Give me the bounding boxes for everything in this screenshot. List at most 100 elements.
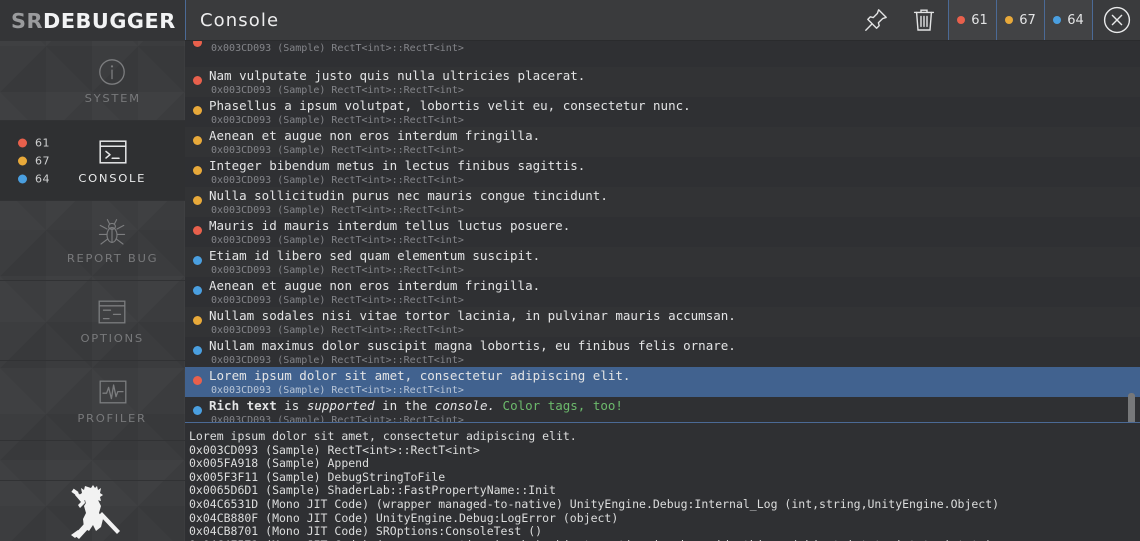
toolbar-info-count-value: 64 [1067, 12, 1084, 28]
log-entry-message: Nullam sodales nisi vitae tortor lacinia… [209, 308, 736, 323]
error-dot [193, 76, 202, 85]
sidebar-item-console[interactable]: 61 67 64 CONSOLE [0, 121, 185, 201]
brand-suffix: DEBUGGER [43, 8, 176, 33]
log-entry-row[interactable]: Lorem ipsum dolor sit amet, consectetur … [185, 367, 1140, 397]
info-dot [1053, 16, 1062, 24]
toolbar-error-count-value: 61 [971, 12, 988, 28]
log-entry-message: Rich text is supported in the console. C… [209, 398, 623, 413]
sidebar-item-profiler-label: PROFILER [77, 411, 148, 425]
sidebar-count-warning-value: 67 [35, 154, 50, 167]
brand-logo: SRDEBUGGER [0, 0, 185, 41]
stack-trace-line: 0x005FA918 (Sample) Append [189, 456, 370, 471]
log-entry-row[interactable]: Aenean et augue non eros interdum fringi… [185, 127, 1140, 157]
info-dot [193, 256, 202, 265]
sidebar-count-error: 61 [18, 136, 50, 149]
warning-dot [1005, 16, 1014, 24]
warning-dot [193, 136, 202, 145]
warning-dot [193, 166, 202, 175]
toolbar-warning-count[interactable]: 67 [996, 0, 1044, 40]
sidebar-item-system-label: SYSTEM [84, 91, 141, 105]
sidebar-count-info-value: 64 [35, 172, 50, 185]
log-entry-stack-line: 0x003CD093 (Sample) RectT<int>::RectT<in… [211, 235, 464, 246]
trash-icon[interactable] [900, 0, 948, 40]
log-entry-message: Aenean et augue non eros interdum fringi… [209, 128, 541, 143]
stack-trace-line: 0x04CB880F (Mono JIT Code) UnityEngine.D… [189, 510, 619, 525]
log-entry-stack-line: 0x003CD093 (Sample) RectT<int>::RectT<in… [211, 355, 464, 366]
stack-trace-line: 0x0065D6D1 (Sample) ShaderLab::FastPrope… [189, 483, 556, 498]
sidebar-item-profiler[interactable]: PROFILER [0, 361, 185, 441]
sidebar-item-options-label: OPTIONS [80, 331, 145, 345]
log-entry-message: Integer bibendum metus in lectus finibus… [209, 158, 586, 173]
log-entry-row[interactable]: 0x003CD093 (Sample) RectT<int>::RectT<in… [185, 41, 1140, 67]
sidebar-item-system[interactable]: SYSTEM [0, 41, 185, 121]
sidebar-item-report-bug-label: REPORT BUG [66, 251, 159, 265]
log-entry-row[interactable]: Aenean et augue non eros interdum fringi… [185, 277, 1140, 307]
log-entry-stack-line: 0x003CD093 (Sample) RectT<int>::RectT<in… [211, 145, 464, 156]
console-scrollbar-thumb[interactable] [1128, 393, 1135, 422]
sidebar-item-report-bug[interactable]: REPORT BUG [0, 201, 185, 281]
info-circle-icon [95, 57, 129, 87]
pin-icon[interactable] [852, 0, 900, 40]
log-entry-stack-line: 0x003CD093 (Sample) RectT<int>::RectT<in… [211, 385, 464, 396]
console-log-viewport: 0x003CD093 (Sample) RectT<int>::RectT<in… [185, 41, 1140, 423]
stack-trace-line: 0x005F3F11 (Sample) DebugStringToFile [189, 469, 446, 484]
log-entry-row[interactable]: Etiam id libero sed quam elementum susci… [185, 247, 1140, 277]
log-entry-stack-line: 0x003CD093 (Sample) RectT<int>::RectT<in… [211, 43, 464, 54]
log-entry-stack-line: 0x003CD093 (Sample) RectT<int>::RectT<in… [211, 205, 464, 216]
log-entry-row[interactable]: Nulla sollicitudin purus nec mauris cong… [185, 187, 1140, 217]
log-entry-stack-line: 0x003CD093 (Sample) RectT<int>::RectT<in… [211, 115, 464, 126]
brand-prefix: SR [11, 8, 44, 33]
toolbar-error-count[interactable]: 61 [948, 0, 996, 40]
warning-dot [193, 316, 202, 325]
error-dot [957, 16, 966, 24]
terminal-icon [96, 137, 130, 167]
main-panel: Console 61 67 64 0x003CD093 (Sample) Rec… [185, 0, 1140, 541]
log-entry-message: Phasellus a ipsum volutpat, lobortis vel… [209, 98, 691, 113]
log-entry-stack-line: 0x003CD093 (Sample) RectT<int>::RectT<in… [211, 325, 464, 336]
log-entry-message: Aenean et augue non eros interdum fringi… [209, 278, 541, 293]
warning-dot [193, 196, 202, 205]
sidebar-spacer [0, 441, 185, 481]
console-log-list: 0x003CD093 (Sample) RectT<int>::RectT<in… [185, 41, 1140, 422]
page-title: Console [185, 0, 852, 40]
error-dot [18, 138, 27, 147]
log-entry-message: Mauris id mauris interdum tellus luctus … [209, 218, 571, 233]
close-circle-icon[interactable] [1092, 0, 1140, 40]
log-entry-row[interactable]: Rich text is supported in the console. C… [185, 397, 1140, 422]
log-entry-message: Nam vulputate justo quis nulla ultricies… [209, 68, 586, 83]
sidebar-count-error-value: 61 [35, 136, 50, 149]
sidebar-item-options[interactable]: OPTIONS [0, 281, 185, 361]
warning-dot [18, 156, 27, 165]
sidebar: SRDEBUGGER SYSTEM 61 67 64 CONSOLE REPOR… [0, 0, 185, 541]
options-window-icon [95, 297, 129, 327]
toolbar-warning-count-value: 67 [1019, 12, 1036, 28]
log-entry-row[interactable]: Nam vulputate justo quis nulla ultricies… [185, 67, 1140, 97]
console-toolbar: Console 61 67 64 [185, 0, 1140, 41]
knight-mascot-icon [0, 481, 185, 541]
log-entry-message: Nulla sollicitudin purus nec mauris cong… [209, 188, 608, 203]
stack-trace-line: 0x003CD093 (Sample) RectT<int>::RectT<in… [189, 442, 480, 457]
log-entry-message: Etiam id libero sed quam elementum susci… [209, 248, 541, 263]
stack-trace-detail-panel[interactable]: Lorem ipsum dolor sit amet, consectetur … [185, 423, 1140, 541]
log-entry-row[interactable]: Integer bibendum metus in lectus finibus… [185, 157, 1140, 187]
log-entry-stack-line: 0x003CD093 (Sample) RectT<int>::RectT<in… [211, 85, 464, 96]
info-dot [193, 406, 202, 415]
error-dot [193, 226, 202, 235]
error-dot [193, 41, 202, 47]
log-entry-stack-line: 0x003CD093 (Sample) RectT<int>::RectT<in… [211, 175, 464, 186]
log-entry-row[interactable]: Mauris id mauris interdum tellus luctus … [185, 217, 1140, 247]
log-entry-row[interactable]: Nullam sodales nisi vitae tortor lacinia… [185, 307, 1140, 337]
stack-trace-line: 0x04CB8701 (Mono JIT Code) SROptions:Con… [189, 524, 543, 539]
log-entry-row[interactable]: Phasellus a ipsum volutpat, lobortis vel… [185, 97, 1140, 127]
info-dot [18, 174, 27, 183]
info-dot [193, 346, 202, 355]
sidebar-nav: SYSTEM 61 67 64 CONSOLE REPORT BUG OPTIO… [0, 41, 185, 441]
toolbar-info-count[interactable]: 64 [1044, 0, 1092, 40]
srdebugger-window: SRDEBUGGER SYSTEM 61 67 64 CONSOLE REPOR… [0, 0, 1140, 541]
info-dot [193, 286, 202, 295]
log-entry-message: Lorem ipsum dolor sit amet, consectetur … [209, 368, 631, 383]
sidebar-count-warning: 67 [18, 154, 50, 167]
sidebar-item-console-label: CONSOLE [78, 171, 147, 185]
log-entry-row[interactable]: Nullam maximus dolor suscipit magna lobo… [185, 337, 1140, 367]
stack-trace-line: 0x04C6531D (Mono JIT Code) (wrapper mana… [189, 496, 1000, 511]
